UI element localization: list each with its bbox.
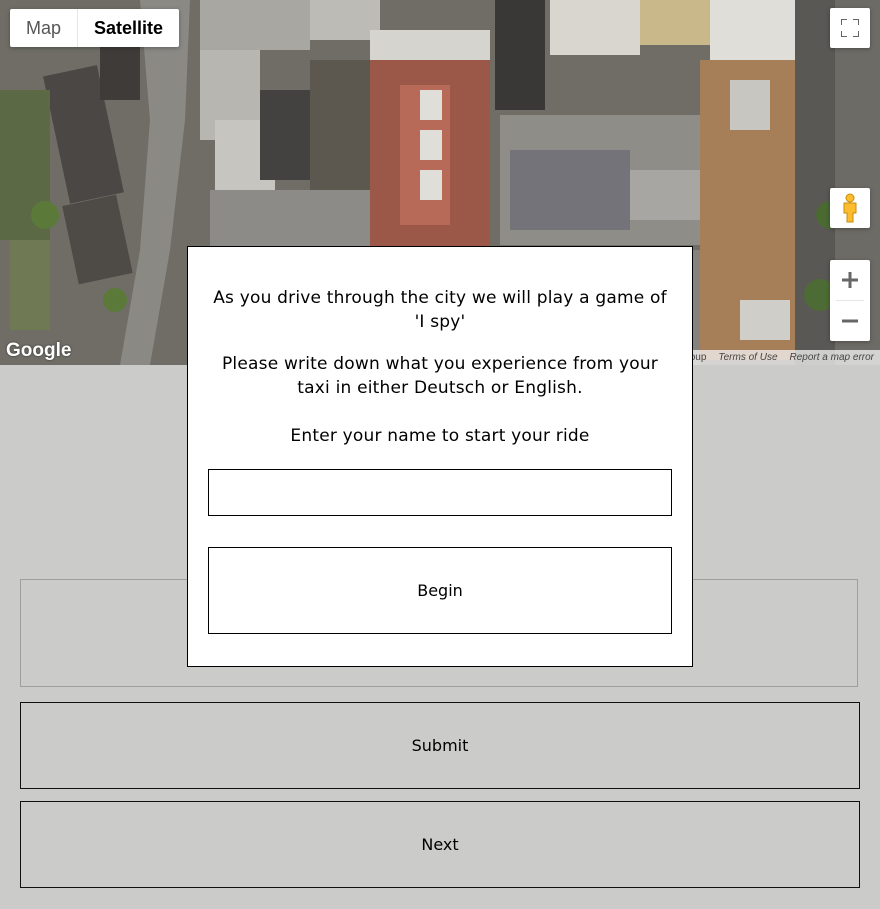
begin-button-label: Begin [417,581,463,600]
map-attribution: roup Terms of Use Report a map error [680,350,880,365]
zoom-out-button[interactable] [830,301,870,341]
next-button[interactable]: Next [20,801,860,888]
map-type-control: Map Satellite [10,9,180,47]
submit-button[interactable]: Submit [20,702,860,789]
minus-icon [842,319,858,323]
zoom-control [830,260,870,341]
terms-of-use-link[interactable]: Terms of Use [712,352,783,363]
name-prompt: Enter your name to start your ride [290,426,590,446]
start-ride-dialog: As you drive through the city we will pl… [187,246,693,667]
map-type-map-button[interactable]: Map [10,9,79,47]
begin-button[interactable]: Begin [208,547,672,634]
next-button-label: Next [421,835,459,854]
map-type-satellite-button[interactable]: Satellite [78,9,179,47]
name-input[interactable] [208,469,672,516]
google-logo[interactable]: Google [6,340,71,362]
pegman-icon [843,193,857,223]
fullscreen-button[interactable] [830,8,870,48]
fullscreen-icon [841,19,859,37]
instructions-text: Please write down what you experience fr… [221,354,658,398]
report-map-error-link[interactable]: Report a map error [784,352,880,363]
zoom-in-button[interactable] [830,260,870,300]
street-view-button[interactable] [830,188,870,228]
submit-button-label: Submit [411,736,469,755]
plus-icon [842,272,858,288]
intro-text: As you drive through the city we will pl… [213,288,667,332]
